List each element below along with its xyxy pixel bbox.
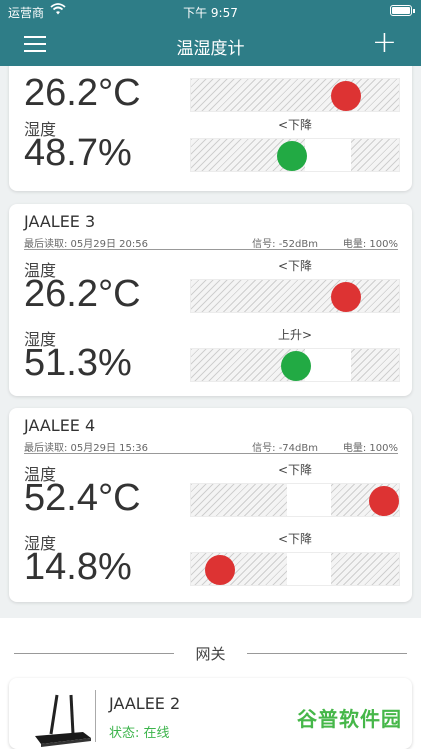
- humidity-reading: 湿度 48.7% <下降: [24, 116, 400, 184]
- sensor-list[interactable]: 26.2°C 湿度 48.7% <下降 JAALEE 3 最后读取: 05月29…: [0, 66, 421, 749]
- sensor-meta: 最后读取: 05月29日 20:56 信号: -52dBm 电量: 100%: [24, 235, 398, 250]
- gateway-card[interactable]: JAALEE 2 状态: 在线 谷普软件园: [9, 678, 412, 749]
- watermark-logo: 谷普软件园: [297, 707, 402, 731]
- sensor-name: JAALEE 3: [24, 212, 96, 231]
- divider: [247, 653, 407, 654]
- temperature-reading: 温度 52.4°C <下降: [24, 461, 400, 529]
- status-time: 下午 9:57: [183, 6, 238, 20]
- humidity-value: 51.3%: [24, 342, 132, 384]
- humidity-indicator-dot: [281, 351, 311, 381]
- nav-bar: 温湿度计 +: [0, 22, 421, 66]
- humidity-indicator-dot: [205, 555, 236, 585]
- last-read-time: 最后读取: 05月29日 15:36: [24, 443, 148, 454]
- battery-level: 电量: 100%: [342, 239, 398, 250]
- humidity-trend: <下降: [277, 532, 313, 546]
- sensor-meta: 最后读取: 05月29日 15:36 信号: -74dBm 电量: 100%: [24, 439, 398, 454]
- gauge-normal-zone: [287, 553, 331, 585]
- humidity-gauge: [190, 348, 400, 382]
- battery-icon: [390, 5, 415, 16]
- temperature-trend: <下降: [277, 463, 313, 477]
- gateway-header: 网关: [14, 643, 407, 663]
- humidity-trend: 上升>: [277, 328, 313, 342]
- temperature-value: 26.2°C: [24, 72, 141, 114]
- temperature-value: 52.4°C: [24, 477, 141, 519]
- sensor-card-jaalee-3[interactable]: JAALEE 3 最后读取: 05月29日 20:56 信号: -52dBm 电…: [9, 204, 412, 396]
- humidity-indicator-dot: [276, 141, 307, 171]
- humidity-reading: 湿度 51.3% 上升>: [24, 326, 400, 394]
- temperature-gauge: [190, 483, 400, 517]
- temperature-gauge: [190, 78, 400, 112]
- temperature-indicator-dot: [331, 81, 362, 111]
- humidity-reading: 湿度 14.8% <下降: [24, 530, 400, 598]
- temperature-trend: <下降: [277, 259, 313, 273]
- gauge-normal-zone: [305, 349, 351, 381]
- battery-level: 电量: 100%: [342, 443, 398, 454]
- sensor-card-partial[interactable]: 26.2°C 湿度 48.7% <下降: [9, 66, 412, 191]
- gauge-normal-zone: [305, 139, 351, 171]
- gauge-normal-zone: [287, 484, 331, 516]
- temperature-gauge: [190, 279, 400, 313]
- last-read-time: 最后读取: 05月29日 20:56: [24, 239, 148, 250]
- humidity-value: 14.8%: [24, 546, 132, 588]
- divider: [24, 249, 398, 250]
- gateway-status: 状态: 在线: [109, 726, 170, 741]
- signal-strength: 信号: -52dBm: [252, 239, 318, 250]
- humidity-gauge: [190, 138, 400, 172]
- sensor-name: JAALEE 4: [24, 416, 96, 435]
- gateway-name: JAALEE 2: [109, 694, 181, 713]
- humidity-value: 48.7%: [24, 132, 132, 174]
- add-icon[interactable]: +: [372, 28, 397, 58]
- router-image: [27, 692, 97, 749]
- sensor-card-jaalee-4[interactable]: JAALEE 4 最后读取: 05月29日 15:36 信号: -74dBm 电…: [9, 408, 412, 602]
- temperature-indicator-dot: [369, 486, 399, 516]
- signal-strength: 信号: -74dBm: [252, 443, 318, 454]
- divider: [95, 690, 96, 742]
- humidity-trend: <下降: [277, 118, 313, 132]
- temperature-indicator-dot: [331, 282, 362, 312]
- divider: [24, 453, 398, 454]
- status-bar: 运营商 下午 9:57: [0, 0, 421, 22]
- temperature-value: 26.2°C: [24, 273, 141, 315]
- temperature-reading: 温度 26.2°C <下降: [24, 257, 400, 325]
- humidity-gauge: [190, 552, 400, 586]
- page-title: 温湿度计: [176, 39, 245, 59]
